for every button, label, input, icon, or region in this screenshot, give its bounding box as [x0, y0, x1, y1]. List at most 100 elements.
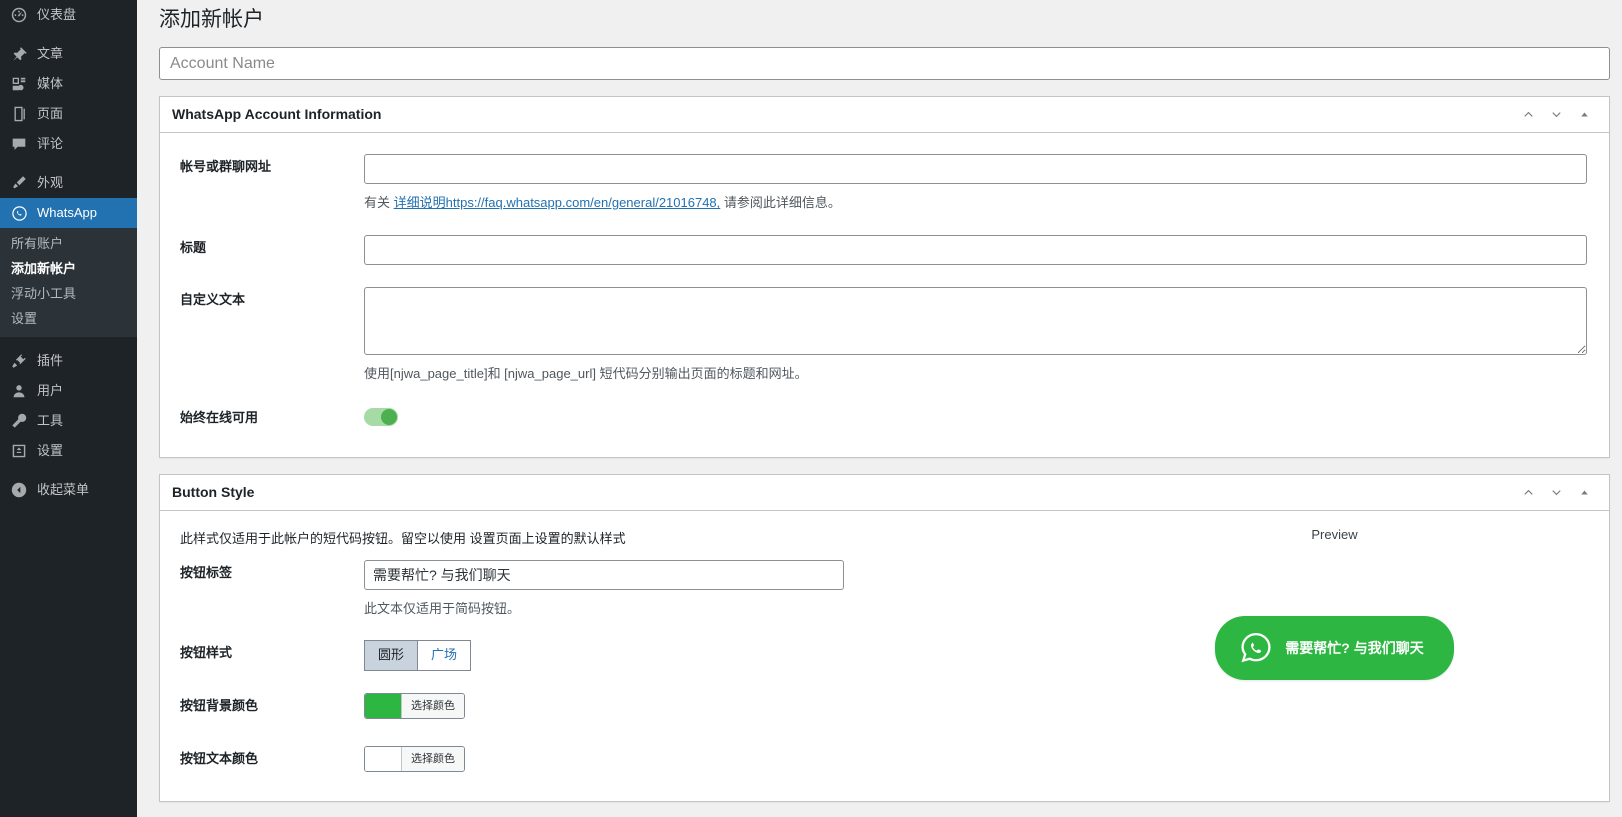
collapse-icon: [9, 480, 29, 500]
sidebar-item-collapse-menu[interactable]: 收起菜单: [0, 475, 137, 505]
text-color-select-button[interactable]: 选择颜色: [401, 747, 464, 772]
text-color-picker[interactable]: 选择颜色: [364, 746, 465, 773]
number-input[interactable]: [364, 154, 1587, 184]
number-desc-before: 有关: [364, 195, 390, 210]
form-row-button-label: 按钮标签 此文本仅适用于简码按钮。: [172, 549, 1072, 630]
panel-title: Button Style: [172, 483, 254, 503]
page-title: 添加新帐户: [159, 4, 1610, 35]
panel-button-style: Button Style: [159, 474, 1610, 802]
button-label-input[interactable]: [364, 560, 844, 590]
whatsapp-icon: [9, 203, 29, 223]
sidebar-item-dashboard[interactable]: 仪表盘: [0, 0, 137, 30]
main-content: 添加新帐户 WhatsApp Account Information: [137, 0, 1622, 817]
sidebar-item-comments[interactable]: 评论: [0, 129, 137, 159]
move-up-button[interactable]: [1515, 100, 1541, 130]
plugins-icon: [9, 351, 29, 371]
sidebar-item-label: 收起菜单: [37, 475, 89, 505]
sidebar-item-pages[interactable]: 页面: [0, 99, 137, 129]
toggle-panel-button[interactable]: [1571, 100, 1597, 130]
button-style-option-round[interactable]: 圆形: [364, 640, 418, 671]
panel-handle-actions: [1515, 478, 1597, 508]
whatsapp-faq-link[interactable]: 详细说明https://faq.whatsapp.com/en/general/…: [394, 195, 721, 210]
number-desc-after: 请参阅此详细信息。: [724, 195, 841, 210]
bg-color-select-button[interactable]: 选择颜色: [401, 694, 464, 719]
panel-account-information: WhatsApp Account Information: [159, 96, 1610, 458]
sidebar-item-users[interactable]: 用户: [0, 376, 137, 406]
sidebar-item-label: 外观: [37, 168, 63, 198]
comment-icon: [9, 134, 29, 154]
sidebar-item-plugins[interactable]: 插件: [0, 346, 137, 376]
chevron-down-icon: [1549, 107, 1564, 122]
text-color-swatch: [365, 747, 401, 772]
bg-color-label: 按钮背景颜色: [172, 682, 364, 735]
button-style-intro: 此样式仅适用于此帐户的短代码按钮。留空以使用 设置页面上设置的默认样式: [172, 521, 1072, 549]
sidebar-item-label: 设置: [37, 436, 63, 466]
media-icon: [9, 74, 29, 94]
appearance-icon: [9, 173, 29, 193]
text-color-label: 按钮文本颜色: [172, 735, 364, 788]
bg-color-swatch: [365, 694, 401, 719]
button-label-description: 此文本仅适用于简码按钮。: [364, 599, 1062, 619]
sidebar-item-posts[interactable]: 文章: [0, 39, 137, 69]
button-preview-area: Preview 需要帮忙? 与我们聊天: [1072, 521, 1597, 771]
form-row-custom-text: 自定义文本 使用[njwa_page_title]和 [njwa_page_ur…: [172, 276, 1597, 395]
preview-stage: 需要帮忙? 与我们聊天: [1072, 542, 1597, 680]
admin-sidebar: 仪表盘 文章 媒体 页面 评论: [0, 0, 137, 817]
sidebar-item-label: 文章: [37, 39, 63, 69]
dashboard-icon: [9, 5, 29, 25]
custom-text-label: 自定义文本: [172, 276, 364, 395]
panel-header: Button Style: [160, 475, 1609, 511]
button-style-form: 按钮标签 此文本仅适用于简码按钮。 按钮样式: [172, 549, 1072, 788]
sidebar-item-media[interactable]: 媒体: [0, 69, 137, 99]
move-down-button[interactable]: [1543, 100, 1569, 130]
toggle-panel-button[interactable]: [1571, 478, 1597, 508]
sidebar-subitem-add-account[interactable]: 添加新帐户: [0, 256, 137, 281]
button-style-option-square[interactable]: 广场: [418, 640, 471, 671]
sidebar-item-label: 仪表盘: [37, 0, 76, 30]
sidebar-subitem-floating-widget[interactable]: 浮动小工具: [0, 281, 137, 306]
form-row-text-color: 按钮文本颜色 选择颜色: [172, 735, 1072, 788]
move-down-button[interactable]: [1543, 478, 1569, 508]
custom-text-description: 使用[njwa_page_title]和 [njwa_page_url] 短代码…: [364, 364, 1587, 384]
form-row-button-style: 按钮样式 圆形 广场: [172, 629, 1072, 682]
triangle-up-icon: [1578, 486, 1591, 499]
pin-icon: [9, 44, 29, 64]
number-label: 帐号或群聊网址: [172, 143, 364, 224]
whatsapp-icon: [1237, 629, 1275, 667]
sidebar-item-label: 页面: [37, 99, 63, 129]
title-label: 标题: [172, 224, 364, 276]
chevron-up-icon: [1521, 107, 1536, 122]
sidebar-item-label: WhatsApp: [37, 198, 97, 228]
panel-handle-actions: [1515, 100, 1597, 130]
whatsapp-submenu: 所有账户 添加新帐户 浮动小工具 设置: [0, 228, 137, 337]
bg-color-picker[interactable]: 选择颜色: [364, 693, 465, 720]
always-online-toggle[interactable]: [364, 408, 398, 426]
title-input[interactable]: [364, 235, 1587, 265]
sidebar-item-whatsapp[interactable]: WhatsApp: [0, 198, 137, 228]
number-description: 有关 详细说明https://faq.whatsapp.com/en/gener…: [364, 193, 1587, 213]
button-style-fields: 此样式仅适用于此帐户的短代码按钮。留空以使用 设置页面上设置的默认样式 按钮标签…: [172, 521, 1072, 787]
sidebar-item-label: 工具: [37, 406, 63, 436]
move-up-button[interactable]: [1515, 478, 1541, 508]
sidebar-item-tools[interactable]: 工具: [0, 406, 137, 436]
sidebar-item-label: 用户: [37, 376, 63, 406]
sidebar-item-settings[interactable]: 设置: [0, 436, 137, 466]
whatsapp-preview-button-label: 需要帮忙? 与我们聊天: [1285, 638, 1423, 658]
sidebar-separator: [0, 30, 137, 39]
custom-text-textarea[interactable]: [364, 287, 1587, 355]
sidebar-subitem-settings[interactable]: 设置: [0, 306, 137, 331]
button-style-label: 按钮样式: [172, 629, 364, 682]
tools-icon: [9, 411, 29, 431]
sidebar-item-label: 媒体: [37, 69, 63, 99]
sidebar-subitem-all-accounts[interactable]: 所有账户: [0, 231, 137, 256]
panel-body: 此样式仅适用于此帐户的短代码按钮。留空以使用 设置页面上设置的默认样式 按钮标签…: [160, 511, 1609, 801]
whatsapp-preview-button[interactable]: 需要帮忙? 与我们聊天: [1215, 616, 1453, 680]
users-icon: [9, 381, 29, 401]
sidebar-separator: [0, 159, 137, 168]
settings-icon: [9, 441, 29, 461]
sidebar-item-label: 评论: [37, 129, 63, 159]
sidebar-item-appearance[interactable]: 外观: [0, 168, 137, 198]
always-online-label: 始终在线可用: [172, 394, 364, 443]
account-name-input[interactable]: [159, 47, 1610, 80]
sidebar-separator: [0, 466, 137, 475]
